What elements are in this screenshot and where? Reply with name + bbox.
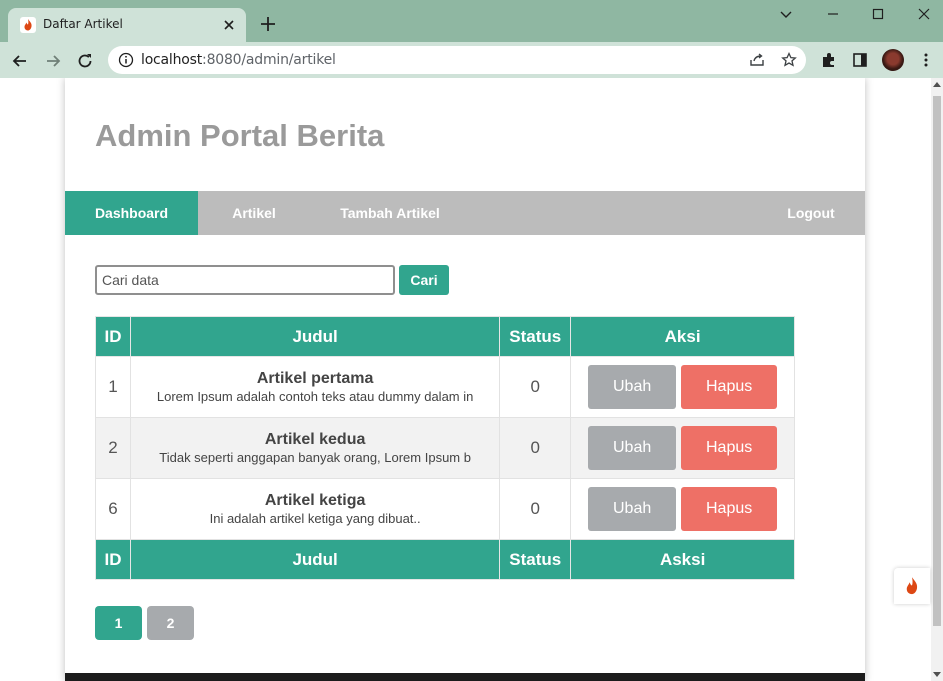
cell-id: 6 [95, 478, 131, 540]
codeigniter-favicon-icon [20, 17, 36, 33]
cell-aksi: Ubah Hapus [570, 478, 795, 540]
share-icon[interactable] [748, 51, 766, 69]
cell-aksi: Ubah Hapus [570, 417, 795, 479]
article-title: Artikel kedua [264, 431, 366, 448]
table-header-row: ID Judul Status Aksi [95, 316, 795, 357]
codeigniter-debug-toolbar-button[interactable] [894, 568, 930, 604]
browser-menu-icon[interactable] [917, 51, 935, 69]
edit-button[interactable]: Ubah [588, 487, 677, 531]
page-viewport: Admin Portal Berita Dashboard Artikel Ta… [0, 78, 931, 681]
site-title: Admin Portal Berita [95, 118, 385, 153]
nav-dashboard[interactable]: Dashboard [65, 191, 198, 235]
footer-status: Status [499, 539, 572, 580]
search-input[interactable] [95, 265, 395, 295]
page-container: Admin Portal Berita Dashboard Artikel Ta… [65, 78, 865, 681]
nav-logout[interactable]: Logout [777, 191, 845, 235]
side-panel-icon[interactable] [851, 51, 869, 69]
footer-bar [65, 673, 865, 681]
pagination-page-2[interactable]: 2 [147, 606, 194, 640]
articles-table: ID Judul Status Aksi 1 Artikel pertama L… [95, 316, 795, 580]
url-path: :8080/admin/artikel [202, 52, 336, 68]
header-aksi: Aksi [570, 316, 795, 357]
main-navbar: Dashboard Artikel Tambah Artikel Logout [65, 191, 865, 235]
article-title: Artikel pertama [256, 370, 374, 387]
bookmark-star-icon[interactable] [780, 51, 798, 69]
url-host: localhost [141, 52, 203, 68]
header-status: Status [499, 316, 572, 357]
edit-button[interactable]: Ubah [588, 365, 677, 409]
search-button[interactable]: Cari [399, 265, 449, 295]
tab-close-icon[interactable] [220, 16, 238, 34]
cell-judul: Artikel kedua Tidak seperti anggapan ban… [129, 417, 501, 479]
article-excerpt: Lorem Ipsum adalah contoh teks atau dumm… [156, 389, 474, 404]
pagination-page-1[interactable]: 1 [95, 606, 142, 640]
reload-icon[interactable] [75, 51, 95, 71]
site-info-icon[interactable] [118, 52, 134, 68]
table-footer-row: ID Judul Status Asksi [95, 539, 795, 580]
codeigniter-flame-icon [906, 577, 918, 595]
delete-button[interactable]: Hapus [681, 487, 778, 531]
article-title: Artikel ketiga [264, 492, 366, 509]
header-judul: Judul [129, 316, 501, 357]
cell-aksi: Ubah Hapus [570, 356, 795, 418]
tab-search-chevron-icon[interactable] [777, 5, 795, 23]
footer-judul: Judul [129, 539, 501, 580]
url-text: localhost:8080/admin/artikel [141, 52, 336, 68]
delete-button[interactable]: Hapus [681, 365, 778, 409]
back-arrow-icon[interactable] [10, 51, 30, 71]
extensions-puzzle-icon[interactable] [820, 51, 838, 69]
article-excerpt: Tidak seperti anggapan banyak orang, Lor… [159, 450, 471, 465]
cell-judul: Artikel ketiga Ini adalah artikel ketiga… [129, 478, 501, 540]
browser-tabstrip: Daftar Artikel [0, 0, 943, 42]
table-row: 1 Artikel pertama Lorem Ipsum adalah con… [95, 356, 795, 418]
browser-toolbar: localhost:8080/admin/artikel [0, 42, 943, 78]
forward-arrow-icon[interactable] [43, 51, 63, 71]
cell-id: 2 [95, 417, 131, 479]
cell-id: 1 [95, 356, 131, 418]
table-row: 2 Artikel kedua Tidak seperti anggapan b… [95, 417, 795, 479]
maximize-icon[interactable] [869, 5, 887, 23]
scroll-down-arrow-icon[interactable] [933, 672, 941, 677]
cell-status: 0 [499, 417, 572, 479]
article-excerpt: Ini adalah artikel ketiga yang dibuat.. [209, 511, 421, 526]
header-id: ID [95, 316, 131, 357]
delete-button[interactable]: Hapus [681, 426, 778, 470]
new-tab-icon[interactable] [258, 14, 278, 34]
scrollbar-thumb[interactable] [933, 96, 941, 626]
window-close-icon[interactable] [915, 5, 933, 23]
cell-status: 0 [499, 356, 572, 418]
footer-aksi: Asksi [570, 539, 795, 580]
table-row: 6 Artikel ketiga Ini adalah artikel keti… [95, 478, 795, 540]
footer-id: ID [95, 539, 131, 580]
address-bar[interactable]: localhost:8080/admin/artikel [108, 46, 806, 74]
browser-tab[interactable]: Daftar Artikel [8, 8, 246, 42]
minimize-icon[interactable] [824, 5, 842, 23]
tab-title: Daftar Artikel [43, 17, 123, 31]
profile-avatar[interactable] [882, 49, 904, 71]
scroll-up-arrow-icon[interactable] [933, 82, 941, 87]
cell-status: 0 [499, 478, 572, 540]
cell-judul: Artikel pertama Lorem Ipsum adalah conto… [129, 356, 501, 418]
nav-tambah-artikel[interactable]: Tambah Artikel [327, 191, 453, 235]
nav-artikel[interactable]: Artikel [215, 191, 293, 235]
edit-button[interactable]: Ubah [588, 426, 677, 470]
